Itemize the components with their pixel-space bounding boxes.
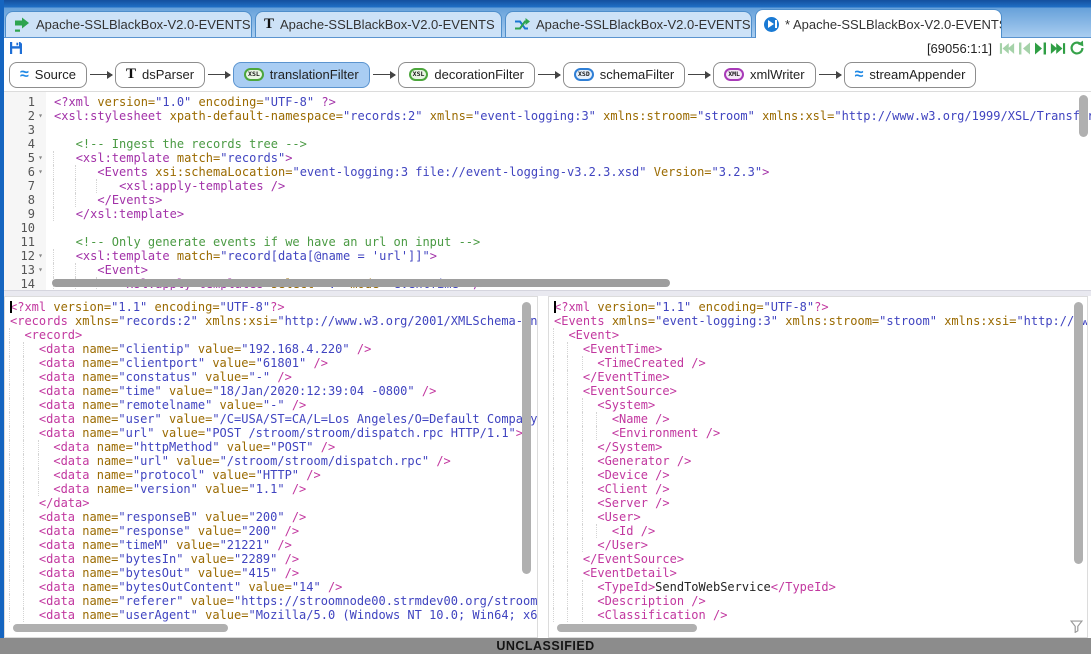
stepping-data-panes: <?xml version="1.1" encoding="UTF-8"?><r… (0, 296, 1091, 638)
input-data-pane[interactable]: <?xml version="1.1" encoding="UTF-8"?><r… (4, 296, 538, 638)
vertical-splitter[interactable] (538, 296, 548, 638)
element-label: xmlWriter (750, 67, 805, 82)
stroom-app-window: Apache-SSLBlackBox-V2.0-EVENTS × T Apach… (0, 0, 1091, 654)
save-icon[interactable] (9, 41, 23, 55)
feed-arrow-icon (14, 17, 30, 33)
stream-icon: ≈ (20, 67, 29, 83)
editor-line-number-gutter[interactable]: 12▾345▾6▾789101112▾13▾1415 (0, 92, 46, 290)
element-label: dsParser (142, 67, 194, 82)
text-parser-icon: T (126, 67, 136, 82)
filter-funnel-icon[interactable] (1070, 620, 1083, 633)
output-data-pane[interactable]: <?xml version="1.1" encoding="UTF-8"?><E… (548, 296, 1088, 638)
classification-banner: UNCLASSIFIED (0, 638, 1091, 654)
element-label: streamAppender (869, 67, 965, 82)
window-left-accent (0, 0, 4, 638)
editor-horizontal-scrollbar[interactable] (52, 279, 670, 287)
step-back-icon (1018, 41, 1031, 56)
xslt-code-editor[interactable]: 12▾345▾6▾789101112▾13▾1415 <?xml version… (0, 92, 1091, 290)
tab-bar: Apache-SSLBlackBox-V2.0-EVENTS × T Apach… (0, 0, 1091, 38)
tab-text-converter[interactable]: T Apache-SSLBlackBox-V2.0-EVENTS × (255, 11, 502, 37)
editor-vertical-scrollbar[interactable] (1079, 95, 1088, 137)
step-forward-icon (1034, 41, 1047, 56)
pipeline-structure: ≈ Source T dsParser XSL translationFilte… (0, 58, 1091, 92)
pipeline-icon (514, 17, 530, 33)
step-last-button[interactable] (1050, 41, 1066, 56)
step-location-label: [69056:1:1] (927, 41, 992, 56)
pipeline-element-streamappender[interactable]: ≈ streamAppender (844, 62, 977, 88)
tab-pipeline[interactable]: Apache-SSLBlackBox-V2.0-EVENTS × (505, 11, 752, 37)
tab-label: Apache-SSLBlackBox-V2.0-EVENTS (536, 17, 751, 32)
tab-close-icon[interactable]: × (501, 18, 502, 32)
pipeline-element-dsparser[interactable]: T dsParser (115, 62, 205, 88)
output-code-area[interactable]: <?xml version="1.1" encoding="UTF-8"?><E… (549, 297, 1087, 622)
xsl-icon: XSL (244, 68, 264, 82)
xsd-icon: XSD (574, 68, 594, 82)
pipeline-link-arrow (373, 74, 395, 76)
step-back-button[interactable] (1018, 41, 1031, 56)
text-cursor (10, 301, 12, 313)
pipeline-link-arrow (90, 74, 112, 76)
element-label: schemaFilter (600, 67, 674, 82)
pipeline-element-xmlwriter[interactable]: XML xmlWriter (713, 62, 815, 88)
step-refresh-button[interactable] (1069, 40, 1085, 56)
stream-icon: ≈ (855, 67, 864, 83)
pipeline-element-translationfilter[interactable]: XSL translationFilter (233, 62, 370, 88)
pipeline-element-source[interactable]: ≈ Source (9, 62, 87, 88)
step-first-icon (999, 41, 1015, 56)
xml-icon: XML (724, 68, 744, 82)
classification-label: UNCLASSIFIED (496, 639, 594, 653)
stepping-icon (764, 17, 779, 32)
pipeline-link-arrow (819, 74, 841, 76)
tab-label: Apache-SSLBlackBox-V2.0-EVENTS (280, 17, 495, 32)
output-vertical-scrollbar[interactable] (1074, 302, 1083, 564)
stepping-controls: [69056:1:1] (927, 40, 1085, 56)
toolbar: [69056:1:1] (0, 38, 1091, 58)
element-label: Source (35, 67, 76, 82)
pipeline-element-decorationfilter[interactable]: XSL decorationFilter (398, 62, 535, 88)
editor-code-area[interactable]: <?xml version="1.0" encoding="UTF-8" ?><… (46, 92, 1091, 290)
pipeline-link-arrow (688, 74, 710, 76)
xsl-icon: XSL (409, 68, 429, 82)
refresh-icon (1069, 40, 1085, 56)
input-horizontal-scrollbar[interactable] (13, 624, 228, 632)
step-first-button[interactable] (999, 41, 1015, 56)
tab-stepping-active[interactable]: * Apache-SSLBlackBox-V2.0-EVENTS × (755, 9, 1002, 38)
tab-feed[interactable]: Apache-SSLBlackBox-V2.0-EVENTS × (5, 11, 252, 37)
tab-label: * Apache-SSLBlackBox-V2.0-EVENTS (785, 17, 1002, 32)
text-cursor (554, 301, 556, 313)
pipeline-element-schemafilter[interactable]: XSD schemaFilter (563, 62, 685, 88)
output-horizontal-scrollbar[interactable] (557, 624, 697, 632)
element-label: translationFilter (270, 67, 359, 82)
input-vertical-scrollbar[interactable] (522, 302, 531, 574)
text-converter-icon: T (264, 17, 274, 32)
element-label: decorationFilter (434, 67, 524, 82)
tab-label: Apache-SSLBlackBox-V2.0-EVENTS (36, 17, 251, 32)
step-last-icon (1050, 41, 1066, 56)
step-forward-button[interactable] (1034, 41, 1047, 56)
pipeline-link-arrow (538, 74, 560, 76)
pipeline-link-arrow (208, 74, 230, 76)
input-code-area[interactable]: <?xml version="1.1" encoding="UTF-8"?><r… (5, 297, 537, 622)
